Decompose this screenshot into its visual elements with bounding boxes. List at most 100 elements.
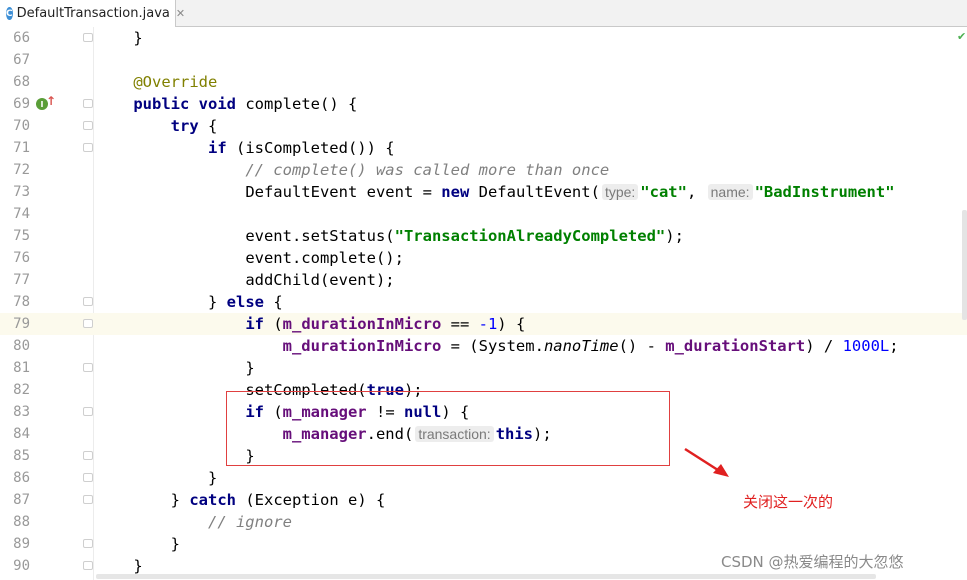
horizontal-scrollbar[interactable] [96,574,876,579]
fold-marker[interactable] [83,99,93,108]
comment-token: // complete() was called more than once [245,161,610,179]
fold-marker[interactable] [83,121,93,130]
code-line: 78 } else { [0,291,967,313]
code-text: } [207,293,227,311]
annotation-token: @Override [133,73,218,91]
code-line: 73 DefaultEvent event = new DefaultEvent… [0,181,967,203]
keyword-token: try [170,117,199,135]
line-number: 83 [13,404,30,420]
annotation-note: 关闭这一次的 [743,493,834,511]
line-code: public void complete() { [96,93,357,115]
code-text: ; [889,337,899,355]
fold-marker[interactable] [83,407,93,416]
static-method-token: nanoTime [543,337,619,355]
code-line-current: 79 if (m_durationInMicro == -1) { [0,313,967,335]
fold-marker[interactable] [83,319,93,328]
code-text: ) / [805,337,843,355]
line-number: 71 [13,140,30,156]
line-number: 74 [13,206,30,222]
watermark: CSDN @热爱编程的大忽悠 [721,553,904,571]
keyword-token: catch [189,491,236,509]
code-text: { [198,117,218,135]
code-text: (Exception e) { [236,491,386,509]
number-token: 1000L [842,337,890,355]
line-code: } else { [96,291,283,313]
keyword-token: public [133,95,190,113]
code-text: addChild(event); [245,271,395,289]
fold-marker[interactable] [83,561,93,570]
line-code: } catch (Exception e) { [96,489,386,511]
number-token: -1 [478,315,498,333]
code-text: } [245,359,255,377]
line-code: // ignore [96,511,292,533]
code-line: 68 @Override [0,71,967,93]
code-line: 74 [0,203,967,225]
code-text: } [133,557,143,575]
comment-token: // ignore [207,513,292,531]
line-number: 68 [13,74,30,90]
go-to-super-arrow-icon[interactable]: ↑ [46,94,56,108]
code-line: 67 [0,49,967,71]
code-line: 72 // complete() was called more than on… [0,159,967,181]
line-number: 86 [13,470,30,486]
fold-marker[interactable] [83,451,93,460]
parameter-hint: name: [707,184,753,200]
line-number: 81 [13,360,30,376]
field-token: m_durationInMicro [282,315,442,333]
code-line: 80 m_durationInMicro = (System.nanoTime(… [0,335,967,357]
fold-marker[interactable] [83,473,93,482]
code-text: } [170,535,180,553]
line-number: 70 [13,118,30,134]
editor-tab-bar: C DefaultTransaction.java ✕ [0,0,967,27]
tab-filename: DefaultTransaction.java [16,6,170,21]
line-code: @Override [96,71,217,93]
line-code: if (isCompleted()) { [96,137,395,159]
line-code: m_durationInMicro = (System.nanoTime() -… [96,335,899,357]
keyword-token: if [245,315,264,333]
line-number: 90 [13,558,30,574]
code-line: 86 } [0,467,967,489]
line-code: // complete() was called more than once [96,159,609,181]
code-text: (isCompleted()) { [226,139,395,157]
line-number: 72 [13,162,30,178]
java-class-icon: C [6,7,13,20]
line-number: 80 [13,338,30,354]
line-number: 73 [13,184,30,200]
code-text: == [441,315,479,333]
red-arrow-icon [684,447,729,477]
keyword-token: if [207,139,227,157]
fold-marker[interactable] [83,33,93,42]
keyword-token: new [441,183,470,201]
vertical-scrollbar[interactable] [962,210,967,320]
tab-defaulttransaction-java[interactable]: C DefaultTransaction.java ✕ [0,0,185,27]
code-text: } [170,491,190,509]
code-line: 81 } [0,357,967,379]
fold-marker[interactable] [83,297,93,306]
code-line: 66 } [0,27,967,49]
line-number: 66 [13,30,30,46]
fold-marker[interactable] [83,363,93,372]
fold-marker[interactable] [83,539,93,548]
code-text: ( [263,315,283,333]
string-token: "BadInstrument" [754,183,895,201]
code-text: ) { [497,315,526,333]
line-code: addChild(event); [96,269,395,291]
line-code: } [96,533,180,555]
code-text: = (System. [441,337,544,355]
close-icon[interactable]: ✕ [176,7,185,20]
code-text: DefaultEvent( [469,183,600,201]
fold-marker[interactable] [83,495,93,504]
line-number: 67 [13,52,30,68]
line-number: 69 [13,96,30,112]
field-token: m_durationStart [665,337,806,355]
line-number: 79 [13,316,30,332]
code-text: DefaultEvent event = [245,183,442,201]
highlight-box [226,391,670,466]
line-number: 75 [13,228,30,244]
line-code: DefaultEvent event = new DefaultEvent(ty… [96,181,895,203]
code-line: 71 if (isCompleted()) { [0,137,967,159]
line-code: if (m_durationInMicro == -1) { [96,313,525,335]
fold-marker[interactable] [83,143,93,152]
code-line: 75 event.setStatus("TransactionAlreadyCo… [0,225,967,247]
field-token: m_durationInMicro [282,337,442,355]
